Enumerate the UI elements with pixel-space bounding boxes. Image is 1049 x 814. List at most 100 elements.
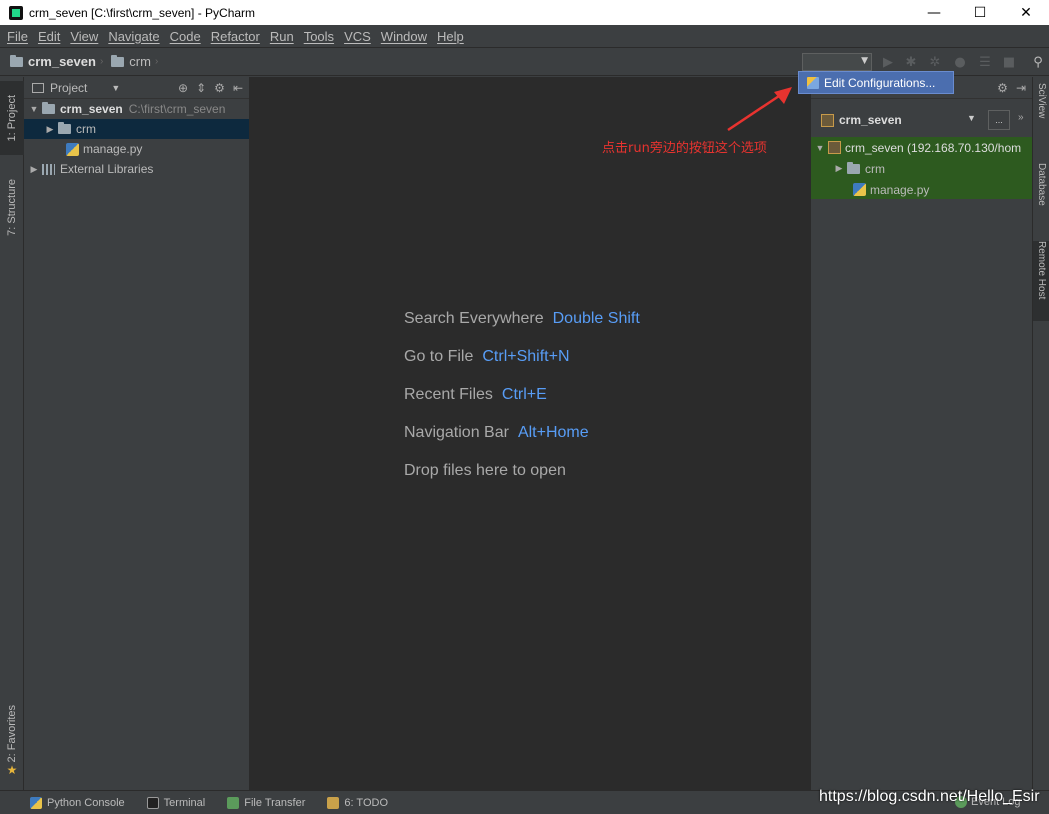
menu-navigate[interactable]: Navigate xyxy=(103,29,164,44)
project-panel-tools: ⊕ ⇕ ⚙ ⇤ xyxy=(178,81,243,95)
tab-favorites-label: 2: Favorites xyxy=(6,705,18,763)
chevron-right-icon[interactable]: » xyxy=(1018,112,1024,123)
run-configuration-dropdown[interactable] xyxy=(802,53,872,71)
tab-favorites[interactable]: 2: Favorites ★ xyxy=(0,699,24,783)
todo-icon xyxy=(327,796,340,809)
remote-tree-row-root[interactable]: ▼ crm_seven (192.168.70.130/hom xyxy=(811,137,1032,158)
breadcrumb-separator-icon: › xyxy=(154,56,159,67)
profile-icon[interactable]: ● xyxy=(952,54,968,70)
remote-tree-row-label: manage.py xyxy=(870,182,930,197)
menu-run[interactable]: Run xyxy=(265,29,299,44)
concurrency-icon[interactable]: ☰ xyxy=(977,54,993,70)
locate-icon[interactable]: ⊕ xyxy=(178,81,188,95)
editor-area[interactable]: Search Everywhere Double Shift Go to Fil… xyxy=(250,77,811,790)
collapsed-arrow-icon[interactable]: ▶ xyxy=(833,163,845,174)
hide-panel-icon[interactable]: ⇥ xyxy=(1016,81,1026,95)
more-button[interactable]: ... xyxy=(988,110,1010,130)
coverage-icon[interactable]: ✲ xyxy=(927,54,943,70)
expanded-arrow-icon[interactable]: ▼ xyxy=(814,143,826,153)
menu-vcs[interactable]: VCS xyxy=(339,29,376,44)
close-button[interactable]: ✕ xyxy=(1003,0,1049,25)
editor-empty-hints: Search Everywhere Double Shift Go to Fil… xyxy=(404,310,640,500)
file-transfer-button[interactable]: File Transfer xyxy=(227,796,306,809)
watermark: https://blog.csdn.net/Hello_Esir xyxy=(819,788,1040,805)
folder-icon xyxy=(10,54,23,67)
project-panel-title[interactable]: Project xyxy=(50,81,87,95)
terminal-button[interactable]: Terminal xyxy=(146,796,206,809)
hint-shortcut: Ctrl+E xyxy=(501,386,547,403)
pycharm-logo-icon xyxy=(9,5,23,20)
tab-structure[interactable]: 7: Structure xyxy=(0,165,24,249)
run-icon[interactable]: ▶ xyxy=(880,54,896,70)
folder-icon xyxy=(847,161,860,174)
menu-refactor[interactable]: Refactor xyxy=(206,29,265,44)
tree-row-label: crm xyxy=(76,122,96,136)
remote-tree-row-crm[interactable]: ▶ crm xyxy=(811,158,1032,179)
stop-icon[interactable]: ■ xyxy=(1001,54,1017,70)
remote-tree-row-label: crm_seven (192.168.70.130/hom xyxy=(845,140,1022,155)
maximize-button[interactable]: ☐ xyxy=(957,0,1003,25)
search-icon[interactable]: ⚲ xyxy=(1030,54,1046,70)
remote-host-panel: ⚙ ⇥ crm_seven ▼ ... » ▼ crm_seven (192.1… xyxy=(811,77,1032,790)
project-panel: Project ▼ ⊕ ⇕ ⚙ ⇤ ▼ crm_seven C:\first\c… xyxy=(24,77,250,790)
project-view-icon xyxy=(32,82,44,93)
edit-configurations-icon xyxy=(807,76,819,89)
remote-tree-row-label: crm xyxy=(865,161,885,176)
tree-row-manage-py[interactable]: manage.py xyxy=(24,139,249,159)
chevron-down-icon[interactable]: ▼ xyxy=(111,83,120,93)
hint-shortcut: Ctrl+Shift+N xyxy=(482,348,570,365)
menu-edit[interactable]: Edit xyxy=(33,29,65,44)
menu-view[interactable]: View xyxy=(65,29,103,44)
hint-label: Go to File xyxy=(404,348,474,365)
file-transfer-icon xyxy=(227,796,240,809)
tree-row-label: External Libraries xyxy=(60,162,154,176)
terminal-label: Terminal xyxy=(163,796,206,809)
window-title: crm_seven [C:\first\crm_seven] - PyCharm xyxy=(29,5,256,20)
hint-search-everywhere: Search Everywhere Double Shift xyxy=(404,310,640,348)
folder-icon xyxy=(111,54,125,67)
menu-window[interactable]: Window xyxy=(376,29,432,44)
tree-row-external-libraries[interactable]: ▶ External Libraries xyxy=(24,159,249,179)
hint-go-to-file: Go to File Ctrl+Shift+N xyxy=(404,348,640,386)
edit-configurations-menu-item[interactable]: Edit Configurations... xyxy=(798,71,954,94)
tree-row-path: C:\first\crm_seven xyxy=(128,102,226,116)
breadcrumb-crm[interactable]: crm › xyxy=(107,54,162,69)
tree-row-crm-seven[interactable]: ▼ crm_seven C:\first\crm_seven xyxy=(24,99,249,119)
title-bar: crm_seven [C:\first\crm_seven] - PyCharm… xyxy=(0,0,1049,25)
menu-code[interactable]: Code xyxy=(165,29,206,44)
tree-row-label: crm_seven xyxy=(60,102,123,116)
breadcrumb-project[interactable]: crm_seven › xyxy=(0,54,107,69)
file-transfer-label: File Transfer xyxy=(244,796,306,809)
gear-icon[interactable]: ⚙ xyxy=(214,81,225,95)
window-controls: — ☐ ✕ xyxy=(911,0,1049,25)
gear-icon[interactable]: ⚙ xyxy=(997,81,1008,95)
remote-tree-row-manage-py[interactable]: manage.py xyxy=(811,179,1032,200)
library-icon xyxy=(42,163,55,175)
todo-button[interactable]: 6: TODO xyxy=(327,796,388,809)
menu-tools[interactable]: Tools xyxy=(299,29,339,44)
hide-panel-icon[interactable]: ⇤ xyxy=(233,81,243,95)
todo-label: 6: TODO xyxy=(344,796,388,809)
tab-project[interactable]: 1: Project xyxy=(0,81,24,155)
debug-icon[interactable]: ✱ xyxy=(903,54,919,70)
collapse-all-icon[interactable]: ⇕ xyxy=(196,81,206,95)
collapsed-arrow-icon[interactable]: ▶ xyxy=(44,124,56,135)
star-icon: ★ xyxy=(6,762,18,777)
menu-file[interactable]: File xyxy=(2,29,33,44)
tab-database[interactable]: Database xyxy=(1033,163,1049,233)
minimize-button[interactable]: — xyxy=(911,0,957,25)
hint-navigation-bar: Navigation Bar Alt+Home xyxy=(404,424,640,462)
menu-help[interactable]: Help xyxy=(432,29,469,44)
remote-file-tree: ▼ crm_seven (192.168.70.130/hom ▶ crm ma… xyxy=(811,137,1032,199)
tab-sciview-label: SciView xyxy=(1036,83,1047,119)
expanded-arrow-icon[interactable]: ▼ xyxy=(28,104,40,114)
tab-remote-host[interactable]: Remote Host xyxy=(1033,241,1049,321)
python-console-button[interactable]: Python Console xyxy=(30,796,125,809)
chevron-down-icon[interactable]: ▼ xyxy=(967,113,976,123)
python-file-icon xyxy=(66,142,79,156)
remote-server-selector[interactable]: crm_seven ▼ ... » xyxy=(811,107,1032,133)
python-console-label: Python Console xyxy=(47,796,125,809)
tree-row-crm[interactable]: ▶ crm xyxy=(24,119,249,139)
tab-sciview[interactable]: SciView xyxy=(1033,83,1049,147)
collapsed-arrow-icon[interactable]: ▶ xyxy=(28,164,40,175)
